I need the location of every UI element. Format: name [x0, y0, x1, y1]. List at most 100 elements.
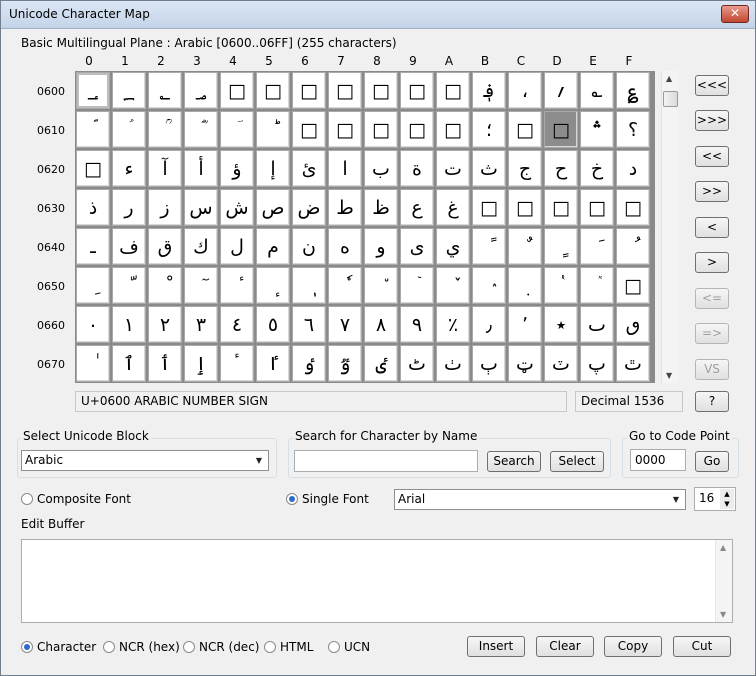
- char-cell[interactable]: ؁: [112, 72, 146, 109]
- char-cell[interactable]: ِ: [76, 267, 110, 304]
- char-cell[interactable]: ؤ: [220, 150, 254, 187]
- char-cell[interactable]: ى: [400, 228, 434, 265]
- char-cell[interactable]: ن: [292, 228, 326, 265]
- char-cell[interactable]: ٙ: [400, 267, 434, 304]
- char-cell[interactable]: ٭: [544, 306, 578, 343]
- char-cell[interactable]: □: [292, 72, 326, 109]
- char-cell[interactable]: ٜ: [508, 267, 542, 304]
- char-cell[interactable]: ٺ: [436, 345, 470, 382]
- char-cell[interactable]: ٢: [148, 306, 182, 343]
- char-cell[interactable]: □: [616, 267, 650, 304]
- spin-up-icon[interactable]: ▲: [720, 489, 734, 499]
- char-cell[interactable]: م: [256, 228, 290, 265]
- copy-button[interactable]: Copy: [604, 636, 662, 657]
- grid-scrollbar[interactable]: ▲ ▼: [661, 71, 678, 383]
- edit-buffer[interactable]: ▲ ▼: [21, 539, 733, 623]
- char-cell[interactable]: ق: [148, 228, 182, 265]
- search-input[interactable]: [294, 450, 478, 472]
- char-cell[interactable]: □: [328, 72, 362, 109]
- char-cell[interactable]: ؞: [580, 111, 614, 148]
- char-cell[interactable]: □: [220, 72, 254, 109]
- font-size-spinner[interactable]: 16 ▲ ▼: [694, 487, 736, 511]
- char-cell[interactable]: ٳ: [184, 345, 218, 382]
- char-cell[interactable]: س: [184, 189, 218, 226]
- char-cell[interactable]: ح: [544, 150, 578, 187]
- char-cell[interactable]: ؓ: [184, 111, 218, 148]
- char-cell[interactable]: ٖ: [292, 267, 326, 304]
- char-cell[interactable]: ٠: [76, 306, 110, 343]
- char-cell[interactable]: َ: [580, 228, 614, 265]
- char-cell[interactable]: ٔ: [220, 267, 254, 304]
- prev-block-button[interactable]: <<: [695, 146, 729, 167]
- char-cell[interactable]: ٷ: [328, 345, 362, 382]
- char-cell[interactable]: ٍ: [544, 228, 578, 265]
- variation-selector-button[interactable]: VS: [695, 359, 729, 380]
- char-cell[interactable]: □: [400, 111, 434, 148]
- char-cell[interactable]: ك: [184, 228, 218, 265]
- char-cell[interactable]: ٬: [508, 306, 542, 343]
- char-cell[interactable]: غ: [436, 189, 470, 226]
- char-cell[interactable]: ؑ: [112, 111, 146, 148]
- code-point-input[interactable]: 0000: [630, 449, 686, 471]
- char-cell[interactable]: ٱ: [112, 345, 146, 382]
- char-cell[interactable]: ٹ: [400, 345, 434, 382]
- char-cell[interactable]: پ: [580, 345, 614, 382]
- char-cell[interactable]: □: [328, 111, 362, 148]
- char-cell[interactable]: ؟: [616, 111, 650, 148]
- char-cell[interactable]: ؎: [580, 72, 614, 109]
- char-cell[interactable]: ؔ: [220, 111, 254, 148]
- edit-buffer-scrollbar[interactable]: ▲ ▼: [715, 540, 732, 622]
- char-cell[interactable]: ؀: [76, 72, 110, 109]
- char-cell[interactable]: ُ: [616, 228, 650, 265]
- char-cell[interactable]: □: [580, 189, 614, 226]
- char-cell[interactable]: □: [508, 111, 542, 148]
- char-cell[interactable]: □: [616, 189, 650, 226]
- char-cell[interactable]: ـ: [76, 228, 110, 265]
- char-cell[interactable]: ٫: [472, 306, 506, 343]
- clear-button[interactable]: Clear: [536, 636, 594, 657]
- char-cell[interactable]: ض: [292, 189, 326, 226]
- go-button[interactable]: Go: [695, 451, 729, 472]
- char-cell[interactable]: ع: [400, 189, 434, 226]
- char-cell[interactable]: ؂: [148, 72, 182, 109]
- char-cell[interactable]: ٸ: [364, 345, 398, 382]
- char-cell[interactable]: ل: [220, 228, 254, 265]
- char-cell[interactable]: ؛: [472, 111, 506, 148]
- first-page-button[interactable]: <<<: [695, 75, 729, 96]
- char-cell[interactable]: □: [364, 72, 398, 109]
- char-cell[interactable]: ء: [112, 150, 146, 187]
- char-cell[interactable]: ا: [328, 150, 362, 187]
- char-cell[interactable]: ٞ: [580, 267, 614, 304]
- scroll-up-arrow-icon[interactable]: ▲: [720, 543, 726, 552]
- next-row-button[interactable]: >: [695, 252, 729, 273]
- char-cell[interactable]: ٚ: [436, 267, 470, 304]
- char-cell[interactable]: ٧: [328, 306, 362, 343]
- char-cell[interactable]: □: [364, 111, 398, 148]
- char-cell[interactable]: ټ: [508, 345, 542, 382]
- scroll-thumb[interactable]: [663, 91, 678, 107]
- search-button[interactable]: Search: [487, 451, 541, 472]
- char-cell[interactable]: أ: [184, 150, 218, 187]
- spin-down-icon[interactable]: ▼: [720, 499, 734, 509]
- char-cell[interactable]: ٵ: [256, 345, 290, 382]
- composite-font-radio[interactable]: Composite Font: [21, 492, 131, 506]
- output-mode-radio[interactable]: UCN: [328, 640, 370, 654]
- char-cell[interactable]: ذ: [76, 189, 110, 226]
- char-cell[interactable]: □: [76, 150, 110, 187]
- char-cell[interactable]: ،: [508, 72, 542, 109]
- char-cell[interactable]: ٥: [256, 306, 290, 343]
- char-cell[interactable]: ج: [508, 150, 542, 187]
- char-cell[interactable]: ٛ: [472, 267, 506, 304]
- char-cell[interactable]: □: [544, 189, 578, 226]
- char-cell[interactable]: ٘: [364, 267, 398, 304]
- char-cell[interactable]: ؃: [184, 72, 218, 109]
- char-cell[interactable]: ظ: [364, 189, 398, 226]
- char-cell[interactable]: ْ: [148, 267, 182, 304]
- char-cell[interactable]: □: [292, 111, 326, 148]
- char-cell[interactable]: ٨: [364, 306, 398, 343]
- char-cell[interactable]: ش: [220, 189, 254, 226]
- char-cell[interactable]: □: [508, 189, 542, 226]
- char-cell[interactable]: د: [616, 150, 650, 187]
- output-mode-radio[interactable]: Character: [21, 640, 96, 654]
- char-cell[interactable]: ث: [472, 150, 506, 187]
